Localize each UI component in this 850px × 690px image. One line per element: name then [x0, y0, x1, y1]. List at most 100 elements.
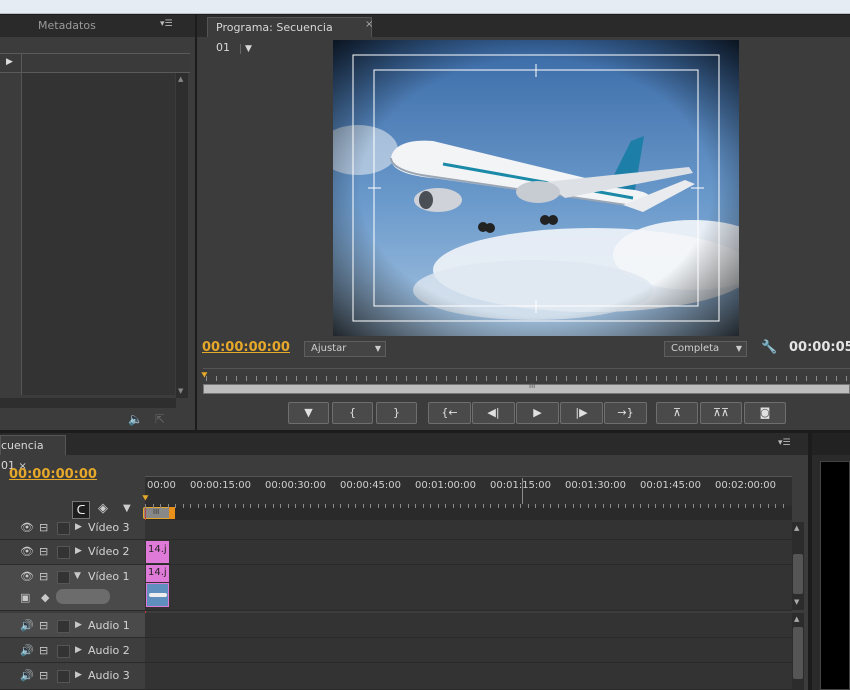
ruler-minor-tick — [153, 504, 154, 508]
track-area-audio1[interactable] — [145, 613, 792, 638]
scroll-down-icon[interactable]: ▼ — [794, 598, 799, 606]
scroll-up-icon[interactable]: ▲ — [794, 615, 799, 623]
lock-toggle[interactable] — [57, 522, 70, 535]
film-icon[interactable]: ⊟ — [39, 570, 48, 583]
export-frame-button[interactable]: ◙ — [744, 402, 786, 424]
audio-tracks-scrollbar[interactable]: ▲ — [792, 613, 804, 690]
add-marker-icon[interactable]: ◈ — [98, 501, 108, 516]
lock-toggle[interactable] — [57, 670, 70, 683]
go-to-out-button[interactable]: →} — [604, 402, 647, 424]
play-button[interactable]: ▶ — [516, 402, 559, 424]
eye-icon[interactable]: 👁 — [20, 545, 34, 558]
tab-program[interactable]: Programa: Secuencia 01 ▼ — [207, 17, 372, 54]
display-style-icon[interactable]: ▣ — [20, 591, 30, 604]
program-timecode[interactable]: 00:00:00:00 — [202, 340, 290, 355]
snap-icon[interactable]: ᑕ — [72, 501, 90, 519]
video-tracks-scrollbar[interactable]: ▲ ▼ — [792, 522, 804, 610]
ruler-minor-tick — [625, 504, 626, 508]
track-name-video2: Vídeo 2 — [88, 545, 130, 558]
quality-select[interactable]: Completa ▼ — [664, 341, 747, 357]
expand-arrow-icon[interactable]: ▶ — [75, 670, 82, 680]
program-ruler-tick — [756, 376, 757, 381]
expand-arrow-icon[interactable]: ▶ — [75, 522, 82, 532]
playhead-marker-icon[interactable]: ⯆ — [200, 369, 209, 383]
tab-menu-arrow-icon[interactable]: ▼ — [240, 44, 252, 54]
scroll-down-icon[interactable]: ▼ — [178, 387, 183, 395]
film-icon[interactable]: ⊟ — [39, 644, 48, 657]
scroll-thumb[interactable] — [793, 627, 803, 679]
tab-sequence[interactable]: cuencia 01 × — [0, 435, 66, 472]
program-ruler-tick — [446, 376, 447, 381]
work-area-out-handle[interactable] — [169, 507, 175, 519]
step-forward-button[interactable]: |▶ — [560, 402, 603, 424]
fit-select[interactable]: Ajustar ▼ — [304, 341, 386, 357]
mark-in-button[interactable]: { — [332, 402, 373, 424]
add-marker-button[interactable]: ▼ — [288, 402, 329, 424]
program-zoom-scrollbar[interactable]: III — [203, 382, 850, 394]
lock-toggle[interactable] — [57, 620, 70, 633]
lock-toggle[interactable] — [57, 546, 70, 559]
lift-button[interactable]: ⊼ — [656, 402, 698, 424]
clip-thumbnail-image[interactable] — [146, 583, 169, 607]
marker-icon[interactable]: ▼ — [123, 503, 131, 514]
speaker-icon[interactable]: 🔈 — [128, 412, 143, 426]
program-ruler-tick — [846, 376, 847, 381]
track-area-video3[interactable] — [145, 520, 792, 540]
collapse-arrow-icon[interactable]: ▼ — [74, 571, 81, 581]
ruler-minor-tick — [723, 504, 724, 508]
timeline-timecode[interactable]: 00:00:00:00 — [9, 467, 97, 482]
settings-wrench-icon[interactable]: 🔧 — [761, 340, 777, 355]
export-icon[interactable]: ⇱ — [155, 412, 165, 426]
step-back-button[interactable]: ◀| — [472, 402, 515, 424]
clip-video1[interactable]: 14.j — [146, 565, 169, 582]
film-icon[interactable]: ⊟ — [39, 669, 48, 682]
film-icon[interactable]: ⊟ — [39, 545, 48, 558]
ruler-minor-tick — [753, 504, 754, 508]
metadata-hscroll[interactable] — [0, 398, 176, 408]
ruler-minor-tick — [370, 504, 371, 508]
metadata-scrollbar[interactable]: ▲ ▼ — [176, 73, 188, 398]
mark-out-button[interactable]: } — [376, 402, 417, 424]
program-ruler-tick — [386, 376, 387, 381]
ruler-minor-tick — [160, 504, 161, 508]
ruler-label-7: 00:01:45:00 — [640, 480, 702, 491]
ruler-minor-tick — [453, 504, 454, 508]
speaker-icon[interactable]: 🔊 — [20, 619, 34, 632]
scroll-thumb[interactable] — [793, 554, 803, 594]
track-area-audio2[interactable] — [145, 638, 792, 663]
scroll-up-icon[interactable]: ▲ — [794, 524, 799, 532]
program-ruler-tick — [836, 376, 837, 381]
track-name-audio2: Audio 2 — [88, 644, 130, 657]
scroll-up-icon[interactable]: ▲ — [178, 75, 183, 83]
ruler-minor-tick — [513, 504, 514, 508]
tab-metadata[interactable]: Metadatos — [30, 16, 104, 36]
track-area-video1[interactable] — [145, 565, 792, 611]
lock-toggle[interactable] — [57, 645, 70, 658]
clip-video2[interactable]: 14.j — [146, 541, 169, 563]
go-to-in-button[interactable]: {← — [428, 402, 471, 424]
eye-icon[interactable]: 👁 — [20, 570, 34, 583]
timeline-menu-icon[interactable]: ▾☰ — [778, 438, 791, 448]
program-ruler-tick — [476, 376, 477, 381]
expand-arrow-icon[interactable]: ▶ — [6, 57, 13, 67]
extract-button[interactable]: ⊼⊼ — [700, 402, 742, 424]
track-area-video2[interactable] — [145, 540, 792, 565]
track-area-audio3[interactable] — [145, 663, 792, 690]
panel-menu-icon[interactable]: ▾☰ — [160, 19, 173, 29]
expand-arrow-icon[interactable]: ▶ — [75, 546, 82, 556]
keyframe-icon[interactable]: ◆ — [41, 591, 49, 604]
keyframe-nav-control[interactable] — [56, 589, 110, 604]
work-area-range[interactable]: III — [143, 507, 175, 519]
film-icon[interactable]: ⊟ — [39, 521, 48, 534]
audio-meters-panel — [812, 433, 850, 690]
ruler-minor-tick — [738, 504, 739, 508]
lock-toggle[interactable] — [57, 571, 70, 584]
speaker-icon[interactable]: 🔊 — [20, 669, 34, 682]
program-ruler-tick — [416, 376, 417, 381]
expand-arrow-icon[interactable]: ▶ — [75, 620, 82, 630]
film-icon[interactable]: ⊟ — [39, 619, 48, 632]
close-tab-icon[interactable]: × — [365, 19, 373, 30]
expand-arrow-icon[interactable]: ▶ — [75, 645, 82, 655]
eye-icon[interactable]: 👁 — [20, 521, 34, 534]
speaker-icon[interactable]: 🔊 — [20, 644, 34, 657]
